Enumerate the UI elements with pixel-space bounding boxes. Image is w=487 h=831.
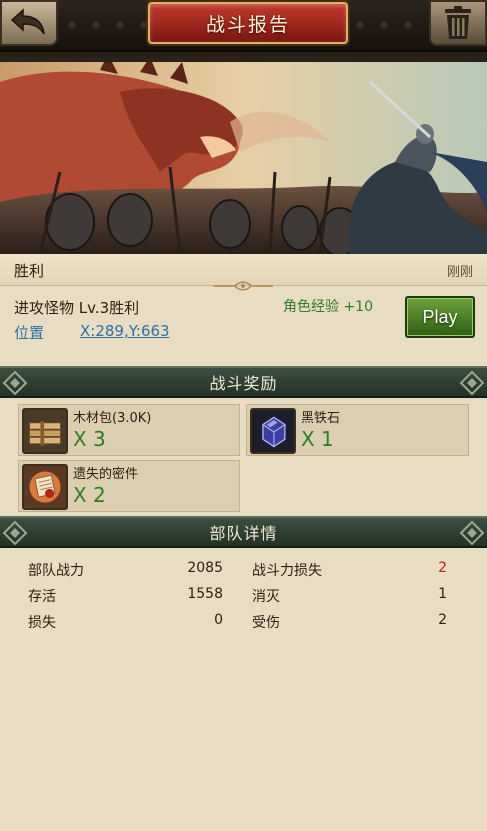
stat-value-killed: 1	[438, 586, 447, 602]
corner-ornament-icon	[459, 370, 485, 396]
ornament-divider-icon	[213, 281, 273, 291]
reward-item[interactable]: 木材包(3.0K) X 3	[18, 404, 240, 456]
stat-label-lost: 损失	[28, 615, 56, 631]
reward-name: 黑铁石	[301, 411, 341, 426]
reward-item[interactable]: 遗失的密件 X 2	[18, 460, 240, 512]
play-replay-button[interactable]: Play	[405, 296, 475, 338]
stat-value-survived: 1558	[187, 586, 223, 602]
page-title-text: 战斗报告	[205, 13, 290, 36]
reward-quantity: X 3	[73, 427, 106, 451]
reward-quantity: X 2	[73, 483, 106, 507]
corner-ornament-icon	[459, 520, 485, 546]
rewards-section-header: 战斗奖励	[0, 366, 487, 398]
corner-ornament-icon	[2, 370, 28, 396]
reward-item[interactable]: 黑铁石 X 1	[246, 404, 469, 456]
reward-name: 遗失的密件	[73, 467, 139, 482]
stat-label-survived: 存活	[28, 589, 56, 605]
back-button[interactable]	[0, 0, 58, 46]
stat-label-power-loss: 战斗力损失	[252, 563, 322, 579]
lost-secret-document-icon	[22, 464, 68, 510]
page-title: 战斗报告	[148, 2, 348, 44]
position-label: 位置	[14, 324, 45, 342]
back-arrow-icon	[10, 8, 45, 35]
position-link[interactable]: X:289,Y:663	[80, 322, 170, 340]
stat-label-troop-power: 部队战力	[28, 563, 84, 579]
battle-result: 胜利	[14, 262, 45, 280]
trash-icon	[445, 6, 471, 39]
corner-ornament-icon	[2, 520, 28, 546]
stat-value-lost: 0	[214, 612, 223, 628]
stat-value-troop-power: 2085	[187, 560, 223, 576]
troops-section-header: 部队详情	[0, 516, 487, 548]
attack-description: 进攻怪物 Lv.3胜利	[14, 299, 140, 317]
reward-quantity: X 1	[301, 427, 334, 451]
stat-label-killed: 消灭	[252, 589, 280, 605]
stat-value-power-loss: 2	[438, 560, 447, 576]
rewards-title: 战斗奖励	[209, 374, 278, 393]
reward-name: 木材包(3.0K)	[73, 411, 152, 426]
report-time: 刚刚	[446, 265, 473, 280]
black-iron-ore-icon	[250, 408, 296, 454]
delete-button[interactable]	[429, 0, 487, 46]
troops-title: 部队详情	[209, 524, 278, 543]
stat-value-wounded: 2	[438, 612, 447, 628]
wood-bundle-icon	[22, 408, 68, 454]
battle-banner-image	[0, 62, 487, 254]
stat-label-wounded: 受伤	[252, 615, 280, 631]
exp-gain: 角色经验 +10	[283, 299, 373, 315]
